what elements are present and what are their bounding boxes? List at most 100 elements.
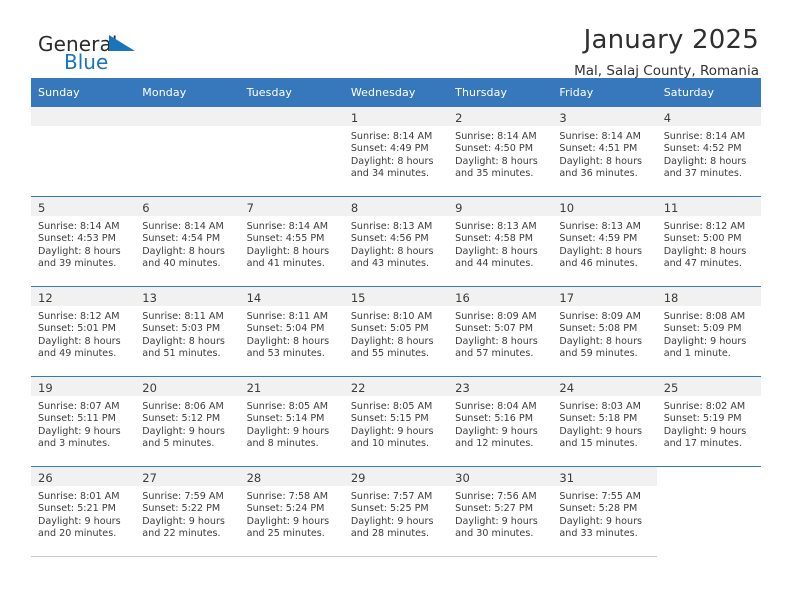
sun-info-line: Sunrise: 8:04 AM [455, 401, 537, 412]
calendar-day-cell[interactable]: 16 Sunrise: 8:09 AM Sunset: 5:07 PM Dayligh… [448, 286, 553, 377]
calendar-day-cell[interactable]: 28 Sunrise: 7:58 AM Sunset: 5:24 PM Dayligh… [239, 466, 344, 557]
calendar-day-cell[interactable]: 12 Sunrise: 8:12 AM Sunset: 5:01 PM Dayligh… [31, 286, 136, 377]
general-blue-logo[interactable]: General Blue [31, 26, 151, 78]
day-number-band: 11 [656, 197, 761, 216]
sun-info-line: Sunset: 5:11 PM [38, 413, 116, 425]
day-number-band: 19 [31, 377, 136, 396]
calendar-day-cell[interactable]: 29 Sunrise: 7:57 AM Sunset: 5:25 PM Dayligh… [343, 466, 449, 557]
day-number-band: 12 [31, 287, 136, 306]
calendar-day-cell[interactable]: 24 Sunrise: 8:03 AM Sunset: 5:18 PM Dayligh… [552, 376, 657, 467]
weekday-header-friday: Friday [552, 78, 657, 107]
sun-info-line: Sunrise: 8:14 AM [246, 221, 329, 232]
page-header: General Blue January 2025 Mal, Salaj Cou… [31, 0, 761, 78]
sun-info-line: Daylight: 9 hours [246, 425, 330, 437]
day-number-band: 17 [552, 287, 657, 306]
day-number-band: 9 [448, 197, 553, 216]
calendar-day-cell[interactable]: 11 Sunrise: 8:12 AM Sunset: 5:00 PM Dayligh… [656, 196, 761, 287]
sun-info-line: and 10 minutes. [350, 438, 430, 450]
sun-info-line: Sunset: 5:21 PM [38, 503, 116, 515]
sun-info-block: Sunrise: 8:13 AM Sunset: 4:56 PM Daylight:… [344, 216, 448, 271]
day-cell-content: 2 Sunrise: 8:14 AM Sunset: 4:50 PM Daylight… [448, 107, 553, 196]
sun-info-block: Sunrise: 8:09 AM Sunset: 5:07 PM Daylight:… [448, 306, 552, 361]
calendar-day-cell[interactable]: 27 Sunrise: 7:59 AM Sunset: 5:22 PM Dayligh… [135, 466, 240, 557]
sun-info-line: Daylight: 9 hours [350, 425, 434, 437]
sun-info-line: Daylight: 9 hours [38, 425, 121, 437]
calendar-day-cell[interactable]: 19 Sunrise: 8:07 AM Sunset: 5:11 PM Dayligh… [31, 376, 136, 467]
calendar-day-cell[interactable]: 31 Sunrise: 7:55 AM Sunset: 5:28 PM Dayligh… [552, 466, 657, 557]
calendar-day-cell[interactable]: 2 Sunrise: 8:14 AM Sunset: 4:50 PM Daylight… [448, 107, 553, 197]
sun-info-line: Sunset: 5:03 PM [142, 323, 221, 335]
day-number: 5 [38, 201, 46, 215]
month-calendar: Sunday Monday Tuesday Wednesday Thursday Frid… [31, 78, 761, 557]
calendar-empty-cell [239, 107, 344, 197]
sun-info-line: Sunrise: 8:14 AM [38, 221, 120, 232]
sun-info-line: Sunset: 4:58 PM [455, 233, 533, 245]
weekday-header-row: Sunday Monday Tuesday Wednesday Thursday Frid… [31, 78, 761, 107]
calendar-day-cell[interactable]: 3 Sunrise: 8:14 AM Sunset: 4:51 PM Daylight… [552, 107, 657, 197]
calendar-day-cell[interactable]: 1 Sunrise: 8:14 AM Sunset: 4:49 PM Daylight… [343, 107, 449, 197]
day-number: 28 [246, 471, 262, 485]
sun-info-line: and 47 minutes. [663, 258, 742, 270]
calendar-week-row: 1 Sunrise: 8:14 AM Sunset: 4:49 PM Daylight… [31, 107, 761, 197]
sun-info-line: Sunrise: 8:11 AM [142, 311, 224, 322]
sun-info-line: Sunset: 5:09 PM [663, 323, 742, 335]
calendar-day-cell[interactable]: 22 Sunrise: 8:05 AM Sunset: 5:15 PM Dayligh… [343, 376, 449, 467]
day-number-band: 15 [343, 287, 449, 306]
sun-info-line: Sunset: 5:27 PM [455, 503, 533, 515]
page-subtitle: Mal, Salaj County, Romania [574, 63, 759, 80]
weekday-header-sunday: Sunday [31, 78, 136, 107]
calendar-day-cell[interactable]: 17 Sunrise: 8:09 AM Sunset: 5:08 PM Dayligh… [552, 286, 657, 377]
day-number: 24 [559, 381, 575, 395]
sun-info-line: and 51 minutes. [142, 348, 221, 360]
calendar-day-cell[interactable]: 25 Sunrise: 8:02 AM Sunset: 5:19 PM Dayligh… [656, 376, 761, 467]
calendar-day-cell[interactable]: 15 Sunrise: 8:10 AM Sunset: 5:05 PM Dayligh… [343, 286, 449, 377]
sun-info-line: Sunrise: 8:12 AM [38, 311, 120, 322]
calendar-week-row: 12 Sunrise: 8:12 AM Sunset: 5:01 PM Dayligh… [31, 286, 761, 377]
day-number: 31 [559, 471, 575, 485]
sun-info-line: and 36 minutes. [559, 168, 638, 180]
sun-info-line: Sunset: 5:14 PM [246, 413, 325, 425]
calendar-day-cell[interactable]: 26 Sunrise: 8:01 AM Sunset: 5:21 PM Dayligh… [31, 466, 136, 557]
calendar-day-cell[interactable]: 23 Sunrise: 8:04 AM Sunset: 5:16 PM Dayligh… [448, 376, 553, 467]
calendar-day-cell[interactable]: 4 Sunrise: 8:14 AM Sunset: 4:52 PM Daylight… [656, 107, 761, 197]
sun-info-line: and 34 minutes. [350, 168, 430, 180]
sun-info-line: Sunrise: 8:06 AM [142, 401, 224, 412]
sun-info-block: Sunrise: 7:56 AM Sunset: 5:27 PM Daylight:… [448, 486, 552, 541]
weekday-header-saturday: Saturday [656, 78, 761, 107]
calendar-day-cell[interactable]: 8 Sunrise: 8:13 AM Sunset: 4:56 PM Daylight… [343, 196, 449, 287]
day-cell-content: 21 Sunrise: 8:05 AM Sunset: 5:14 PM Dayligh… [239, 377, 344, 466]
calendar-week-row: 5 Sunrise: 8:14 AM Sunset: 4:53 PM Daylight… [31, 196, 761, 287]
day-number: 12 [38, 291, 53, 305]
day-number: 16 [455, 291, 470, 305]
day-number: 29 [350, 471, 366, 485]
calendar-day-cell[interactable]: 5 Sunrise: 8:14 AM Sunset: 4:53 PM Daylight… [31, 196, 136, 287]
calendar-day-cell[interactable]: 20 Sunrise: 8:06 AM Sunset: 5:12 PM Dayligh… [135, 376, 240, 467]
calendar-day-cell[interactable]: 21 Sunrise: 8:05 AM Sunset: 5:14 PM Dayligh… [239, 376, 344, 467]
day-number: 25 [663, 381, 679, 395]
day-number-band: 18 [656, 287, 761, 306]
sun-info-block: Sunrise: 8:07 AM Sunset: 5:11 PM Daylight:… [31, 396, 135, 451]
sun-info-line: and 53 minutes. [246, 348, 325, 360]
calendar-day-cell[interactable]: 13 Sunrise: 8:11 AM Sunset: 5:03 PM Dayligh… [135, 286, 240, 377]
sun-info-block: Sunrise: 8:03 AM Sunset: 5:18 PM Daylight:… [552, 396, 656, 451]
sun-info-line: Daylight: 8 hours [350, 245, 434, 257]
logo-triangle-icon [109, 35, 135, 51]
calendar-day-cell[interactable]: 10 Sunrise: 8:13 AM Sunset: 4:59 PM Dayligh… [552, 196, 657, 287]
sun-info-line: Sunrise: 8:05 AM [350, 401, 433, 412]
day-number-band [31, 107, 136, 126]
calendar-day-cell[interactable]: 6 Sunrise: 8:14 AM Sunset: 4:54 PM Daylight… [135, 196, 240, 287]
sun-info-line: Daylight: 9 hours [559, 515, 643, 527]
sun-info-line: Daylight: 8 hours [663, 245, 747, 257]
calendar-day-cell[interactable]: 9 Sunrise: 8:13 AM Sunset: 4:58 PM Daylight… [448, 196, 553, 287]
sun-info-line: Sunrise: 8:11 AM [246, 311, 329, 322]
sun-info-line: Sunset: 5:05 PM [350, 323, 429, 335]
day-number: 7 [246, 201, 254, 215]
sun-info-line: Sunset: 5:18 PM [559, 413, 638, 425]
calendar-day-cell[interactable]: 30 Sunrise: 7:56 AM Sunset: 5:27 PM Dayligh… [448, 466, 553, 557]
day-number-band: 3 [552, 107, 657, 126]
day-number: 30 [455, 471, 470, 485]
calendar-day-cell[interactable]: 14 Sunrise: 8:11 AM Sunset: 5:04 PM Dayligh… [239, 286, 344, 377]
calendar-day-cell[interactable]: 18 Sunrise: 8:08 AM Sunset: 5:09 PM Dayligh… [656, 286, 761, 377]
sun-info-line: Sunset: 4:51 PM [559, 143, 638, 155]
calendar-day-cell[interactable]: 7 Sunrise: 8:14 AM Sunset: 4:55 PM Daylight… [239, 196, 344, 287]
